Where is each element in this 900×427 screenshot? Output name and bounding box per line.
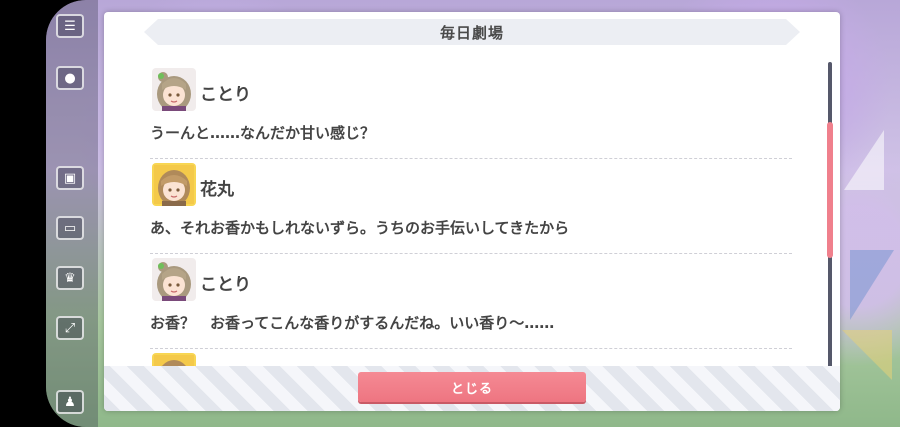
dialogue-entry: ことり うーんと……なんだか甘い感じ？ xyxy=(150,64,792,159)
speaker-name: 花丸 xyxy=(200,180,234,200)
speaker-name: ことり xyxy=(200,275,251,295)
dialogue-line: お香？ お香ってこんな香りがするんだね。いい香り～…… xyxy=(150,314,555,332)
dialogue-entry: ことり お香？ お香ってこんな香りがするんだね。いい香り～…… xyxy=(150,254,792,349)
deco-triangle xyxy=(842,330,892,380)
screen-icon[interactable]: ▭ xyxy=(56,216,84,240)
speaker-name: ことり xyxy=(200,85,251,105)
scrollbar-thumb[interactable] xyxy=(827,122,833,258)
daily-theater-dialog: 毎日劇場 ことり うーんと……なんだか甘い感じ？ 花丸 あ、それお香かもしれない… xyxy=(104,12,840,411)
character-icon[interactable]: ♟ xyxy=(56,390,84,414)
dialogue-entry: 花丸 あ、それお香かもしれないずら。うちのお手伝いしてきたから xyxy=(150,159,792,254)
left-menu-rail xyxy=(46,0,98,427)
deco-triangle xyxy=(850,250,894,320)
deco-triangle xyxy=(844,130,884,190)
close-button[interactable]: とじる xyxy=(358,372,586,402)
dialogue-log[interactable]: ことり うーんと……なんだか甘い感じ？ 花丸 あ、それお香かもしれないずら。うち xyxy=(150,64,792,366)
gift-icon[interactable]: ▣ xyxy=(56,166,84,190)
dialog-title-bar: 毎日劇場 xyxy=(144,19,800,45)
chat-icon[interactable]: ● xyxy=(56,66,84,90)
dialogue-line: あ、それお香かもしれないずら。うちのお手伝いしてきたから xyxy=(150,219,570,237)
dialogue-line: うーんと……なんだか甘い感じ？ xyxy=(150,124,376,142)
hanamaru-portrait-icon xyxy=(152,163,196,206)
trophy-icon[interactable]: ♛ xyxy=(56,266,84,290)
dialog-title: 毎日劇場 xyxy=(439,23,504,42)
expand-icon[interactable]: ⤢ xyxy=(56,316,84,340)
menu-icon[interactable]: ☰ xyxy=(56,14,84,38)
kotori-portrait-icon xyxy=(152,68,196,111)
hanamaru-portrait-icon xyxy=(152,353,196,366)
kotori-portrait-icon xyxy=(152,258,196,301)
dialogue-entry xyxy=(150,349,792,366)
right-side-decoration xyxy=(838,0,900,427)
